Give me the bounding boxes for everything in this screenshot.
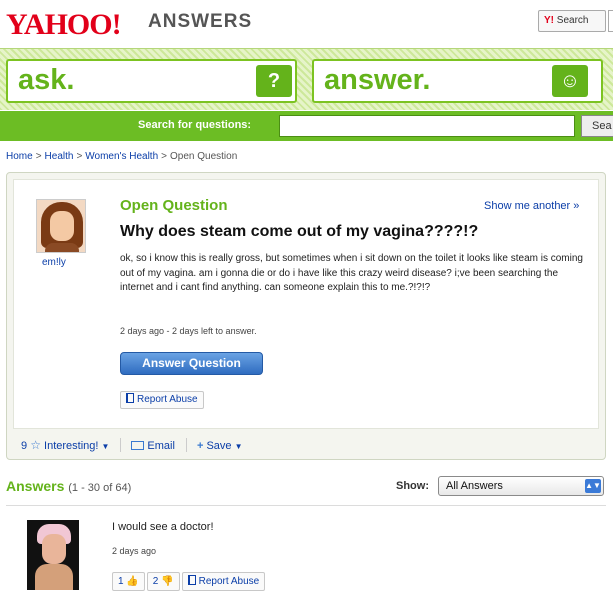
answers-title: Answers: [6, 478, 65, 494]
save-label: Save: [206, 440, 232, 452]
ask-button[interactable]: ask. ?: [6, 59, 297, 103]
interesting-button[interactable]: 9 ☆ Interesting! ▼: [21, 438, 109, 452]
chevron-down-icon: ▼: [101, 442, 110, 451]
page: YAHOO! ANSWERS Y! Search ask. ? answer. …: [0, 0, 613, 600]
star-icon: ☆: [30, 438, 41, 452]
interesting-label: Interesting!: [44, 440, 99, 452]
breadcrumb-current: Open Question: [170, 151, 238, 162]
breadcrumb-separator: >: [76, 151, 83, 162]
header: YAHOO! ANSWERS Y! Search: [0, 0, 613, 46]
smiley-icon: ☺: [552, 65, 588, 97]
report-abuse-label: Report Abuse: [137, 394, 198, 405]
breadcrumb: Home > Health > Women's Health > Open Question: [6, 151, 237, 162]
interesting-count: 9: [21, 440, 28, 452]
answer-text: I would see a doctor!: [112, 521, 214, 533]
search-label: Search for questions:: [138, 119, 252, 131]
question-content: em!ly Open Question Show me another » Wh…: [13, 179, 599, 429]
header-search-input[interactable]: [608, 10, 613, 32]
answer-meta: 2 days ago: [112, 546, 157, 556]
answer-question-button[interactable]: Answer Question: [120, 352, 263, 375]
select-arrows-icon: ▲▼: [585, 479, 601, 493]
chevron-down-icon: ▼: [234, 442, 243, 451]
ask-label: ask.: [18, 64, 75, 96]
search-strip: Search for questions: Sea: [0, 111, 613, 141]
question-actions: 9 ☆ Interesting! ▼ Email + Save ▼: [21, 438, 254, 452]
question-title: Why does steam come out of my vagina????…: [120, 223, 479, 240]
question-body: ok, so i know this is really gross, but …: [120, 253, 583, 293]
answers-count: (1 - 30 of 64): [68, 482, 132, 494]
flag-icon: [187, 575, 196, 585]
show-filter-value: All Answers: [446, 480, 503, 492]
answers-logo-text[interactable]: ANSWERS: [148, 11, 252, 33]
answer-label: answer.: [324, 64, 431, 96]
thumbs-down-button[interactable]: 2 👎: [146, 572, 180, 591]
answer-actions: 1 👍 2 👎 Report Abuse: [112, 571, 267, 591]
answerer-avatar[interactable]: [27, 520, 79, 590]
question-panel: em!ly Open Question Show me another » Wh…: [6, 172, 606, 460]
show-filter-label: Show:: [396, 480, 429, 492]
report-abuse-button[interactable]: Report Abuse: [120, 391, 204, 409]
search-input[interactable]: [279, 115, 575, 137]
plus-icon: +: [196, 440, 204, 452]
breadcrumb-separator: >: [161, 151, 167, 162]
asker-name[interactable]: em!ly: [42, 257, 66, 268]
breadcrumb-home[interactable]: Home: [6, 151, 33, 162]
answer-report-abuse-button[interactable]: Report Abuse: [181, 572, 266, 591]
question-status: Open Question: [120, 197, 228, 214]
breadcrumb-womens-health[interactable]: Women's Health: [85, 151, 158, 162]
header-search-button[interactable]: Y! Search: [538, 10, 606, 32]
thumbs-up-count: 1: [118, 576, 124, 587]
flag-icon: [126, 393, 134, 403]
email-button[interactable]: Email: [131, 440, 175, 452]
thumbs-down-icon: 👎: [161, 576, 174, 587]
email-icon: [131, 441, 145, 450]
breadcrumb-health[interactable]: Health: [45, 151, 74, 162]
ask-answer-band: ask. ? answer. ☺: [0, 48, 613, 110]
thumbs-down-count: 2: [152, 576, 159, 587]
question-meta: 2 days ago - 2 days left to answer.: [120, 326, 257, 336]
question-mark-icon: ?: [256, 65, 292, 97]
save-button[interactable]: + Save ▼: [197, 440, 243, 452]
answers-heading: Answers (1 - 30 of 64): [6, 478, 131, 494]
header-search-label: Search: [556, 15, 589, 26]
answer-report-label: Report Abuse: [198, 576, 260, 587]
yahoo-mini-logo: Y!: [544, 15, 554, 26]
search-button[interactable]: Sea: [581, 115, 613, 137]
show-filter-select[interactable]: All Answers ▲▼: [438, 476, 604, 496]
email-label: Email: [147, 440, 175, 452]
thumbs-up-icon: 👍: [126, 576, 139, 587]
show-another-link[interactable]: Show me another »: [484, 200, 579, 212]
breadcrumb-separator: >: [35, 151, 42, 162]
divider: [6, 505, 606, 506]
asker-avatar[interactable]: [36, 199, 86, 253]
thumbs-up-button[interactable]: 1 👍: [112, 572, 145, 591]
yahoo-logo[interactable]: YAHOO!: [6, 8, 122, 42]
answer-button[interactable]: answer. ☺: [312, 59, 603, 103]
